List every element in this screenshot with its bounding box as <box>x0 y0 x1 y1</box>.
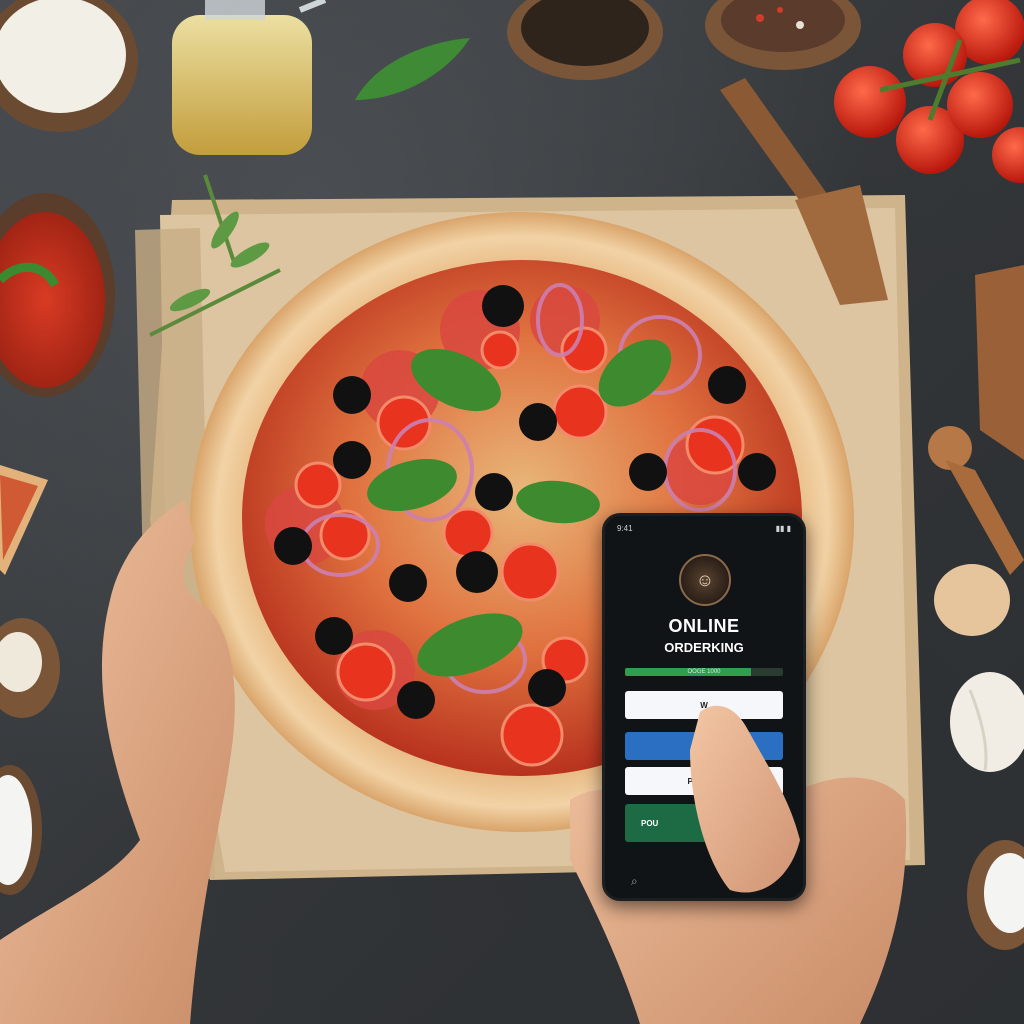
app-title-line1: ONLINE <box>668 616 740 636</box>
menu-option-button-2[interactable]: O <box>625 732 783 760</box>
spice-bowl-icon <box>705 0 861 70</box>
tomato-sauce-bowl-icon <box>0 193 115 397</box>
place-order-button[interactable]: POU <box>625 804 783 842</box>
status-bar: 9:41 ▮▮ ▮ <box>605 524 803 536</box>
status-time: 9:41 <box>617 524 633 533</box>
parmesan-bowl-icon <box>0 0 138 132</box>
menu-option-button-3[interactable]: Pozelind <box>625 767 783 795</box>
olive-oil-bottle-icon <box>172 0 327 155</box>
order-progress-bar: OOGE 1000 <box>625 668 783 676</box>
cutting-board-icon <box>975 265 1024 460</box>
app-title-line2: ORDERKING <box>664 640 744 655</box>
progress-label: OOGE 1000 <box>687 669 721 675</box>
smartphone: 9:41 ▮▮ ▮ ☺ ONLINE ORDERKING OOGE 1000 W… <box>602 513 806 901</box>
photo-scene: 9:41 ▮▮ ▮ ☺ ONLINE ORDERKING OOGE 1000 W… <box>0 0 1024 1024</box>
peppercorn-bowl-icon <box>507 0 663 80</box>
scene-artwork <box>0 0 1024 1024</box>
pizza-slice-icon <box>0 465 48 575</box>
garlic-icon <box>950 672 1024 772</box>
cherry-tomatoes-icon <box>834 0 1024 183</box>
basil-leaf-icon <box>355 38 470 100</box>
status-icons: ▮▮ ▮ <box>775 524 791 533</box>
menu-option-button-1[interactable]: W <box>625 691 783 719</box>
restaurant-logo-icon: ☺ <box>679 554 731 606</box>
logo-glyph: ☺ <box>695 569 715 590</box>
search-icon[interactable]: ⌕ <box>631 874 645 888</box>
egg-icon <box>934 564 1010 636</box>
